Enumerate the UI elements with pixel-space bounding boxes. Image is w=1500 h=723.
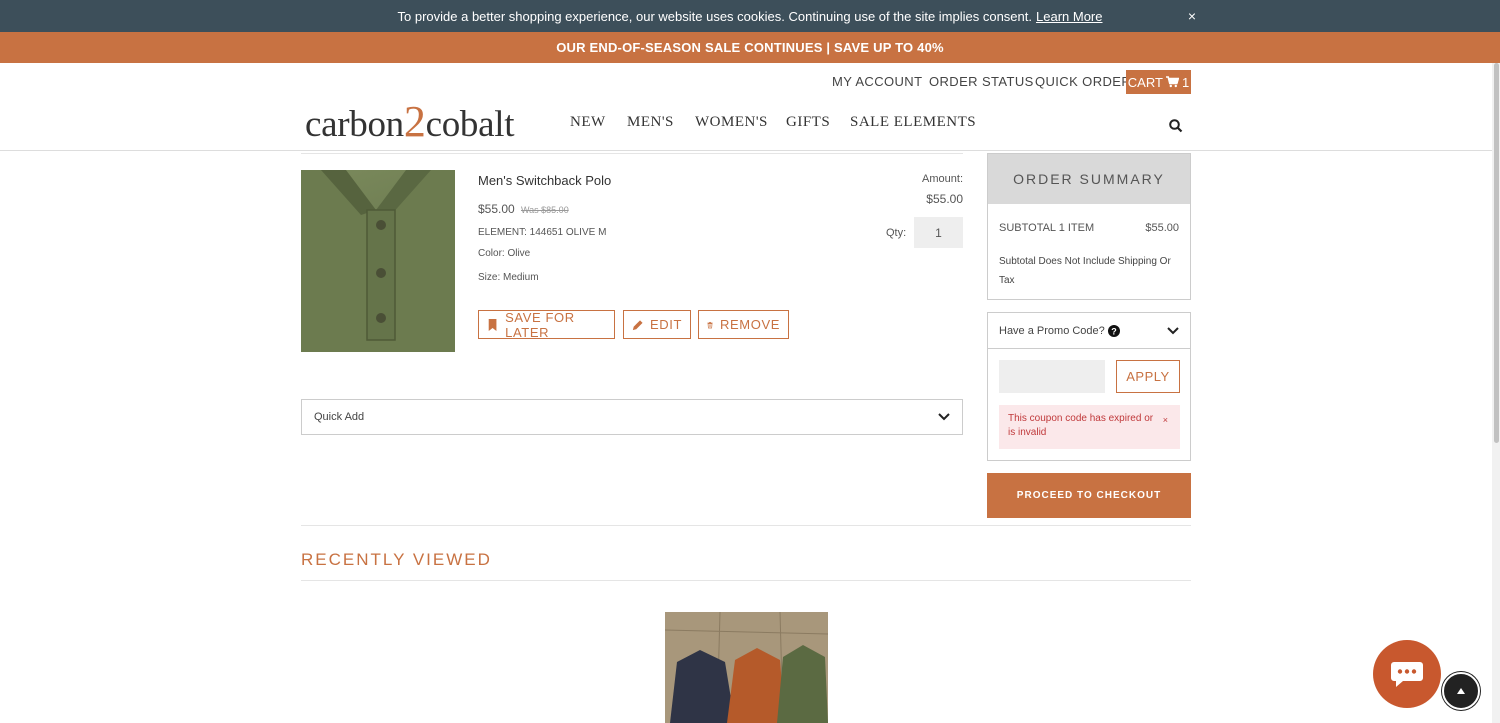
subtotal-label: SUBTOTAL 1 ITEM <box>999 222 1095 234</box>
header-divider <box>0 150 1492 151</box>
cookie-bar: To provide a better shopping experience,… <box>0 0 1500 32</box>
chevron-down-icon <box>1167 326 1179 334</box>
recently-viewed-title: RECENTLY VIEWED <box>301 550 492 569</box>
promo-code-label: Have a Promo Code? <box>999 324 1105 337</box>
product-was-price: Was $85.00 <box>521 205 569 215</box>
cookie-message: To provide a better shopping experience,… <box>397 8 1032 24</box>
promo-code-toggle[interactable]: Have a Promo Code? ? <box>988 313 1190 349</box>
product-image[interactable] <box>301 170 455 352</box>
logo-text-cobalt: cobalt <box>425 104 515 145</box>
cart-icon <box>1165 76 1179 88</box>
trash-icon <box>707 321 713 328</box>
order-summary-title: ORDER SUMMARY <box>988 154 1190 204</box>
nav-new[interactable]: NEW <box>570 114 606 131</box>
promo-code-input[interactable] <box>999 360 1105 393</box>
pencil-icon <box>632 319 643 330</box>
save-for-later-label: SAVE FOR LATER <box>505 309 575 340</box>
site-logo[interactable]: carbon2cobalt <box>305 96 514 147</box>
quick-add-dropdown[interactable]: Quick Add <box>301 399 963 435</box>
chat-button[interactable] <box>1373 640 1441 708</box>
save-for-later-button[interactable]: SAVE FOR LATER <box>478 309 615 340</box>
logo-text-carbon: carbon <box>305 104 404 145</box>
promo-banner[interactable]: OUR END-OF-SEASON SALE CONTINUES | SAVE … <box>0 32 1500 63</box>
qty-label: Qty: <box>886 227 907 239</box>
promo-error-message: This coupon code has expired or is inval… <box>999 405 1180 449</box>
product-color: Color: Olive <box>478 248 531 259</box>
subtotal-value: $55.00 <box>1145 222 1179 234</box>
learn-more-link[interactable]: Learn More <box>1036 9 1102 24</box>
scrollbar-thumb[interactable] <box>1494 63 1499 443</box>
nav-mens[interactable]: MEN'S <box>627 114 674 131</box>
back-to-top-button[interactable] <box>1442 672 1480 710</box>
edit-label: EDIT <box>649 317 682 332</box>
quick-add-label: Quick Add <box>314 411 365 423</box>
amount-label: Amount: <box>922 173 963 185</box>
chevron-down-icon <box>938 413 950 421</box>
qty-input[interactable] <box>914 217 963 248</box>
logo-text-2: 2 <box>403 97 426 146</box>
nav-womens[interactable]: WOMEN'S <box>695 114 768 131</box>
product-size: Size: Medium <box>478 272 539 283</box>
section-divider <box>301 580 1191 581</box>
order-status-link[interactable]: ORDER STATUS <box>929 74 1034 89</box>
remove-label: REMOVE <box>720 317 780 332</box>
nav-gifts[interactable]: GIFTS <box>786 114 830 131</box>
nav-sale-elements[interactable]: SALE ELEMENTS <box>850 114 976 131</box>
error-close-icon[interactable]: × <box>1163 413 1168 427</box>
promo-code-panel: Have a Promo Code? ? APPLY This coupon c… <box>987 312 1191 461</box>
product-name[interactable]: Men's Switchback Polo <box>478 173 611 188</box>
order-summary: ORDER SUMMARY SUBTOTAL 1 ITEM $55.00 Sub… <box>987 153 1191 300</box>
quick-order-link[interactable]: QUICK ORDER <box>1035 74 1131 89</box>
proceed-to-checkout-button[interactable]: PROCEED TO CHECKOUT <box>987 473 1191 518</box>
cart-top-divider <box>301 153 963 154</box>
cart-count: 1 <box>1181 74 1190 90</box>
arrow-up-icon <box>1457 688 1465 694</box>
question-icon[interactable]: ? <box>1107 324 1120 337</box>
subtotal-note: Subtotal Does Not Include Shipping Or Ta… <box>999 256 1171 286</box>
product-price: $55.00 <box>478 202 515 216</box>
bookmark-icon <box>488 318 497 331</box>
close-icon[interactable]: × <box>1188 8 1196 24</box>
cart-label: CART <box>1127 74 1163 90</box>
promo-code-heading: Have a Promo Code? ? <box>999 324 1120 337</box>
chat-icon <box>1391 662 1423 687</box>
remove-button[interactable]: REMOVE <box>698 310 789 339</box>
cart-button[interactable]: CART 1 <box>1126 70 1191 94</box>
section-divider <box>301 525 1191 526</box>
apply-button[interactable]: APPLY <box>1116 360 1180 393</box>
promo-error-text: This coupon code has expired or is inval… <box>1008 413 1154 438</box>
my-account-link[interactable]: MY ACCOUNT <box>832 74 922 89</box>
amount-value: $55.00 <box>926 192 963 206</box>
svg-text:?: ? <box>1111 326 1117 336</box>
product-element: ELEMENT: 144651 OLIVE M <box>478 227 607 238</box>
recently-viewed-product-image[interactable] <box>665 612 828 723</box>
search-icon[interactable] <box>1168 118 1184 134</box>
edit-button[interactable]: EDIT <box>623 310 691 339</box>
